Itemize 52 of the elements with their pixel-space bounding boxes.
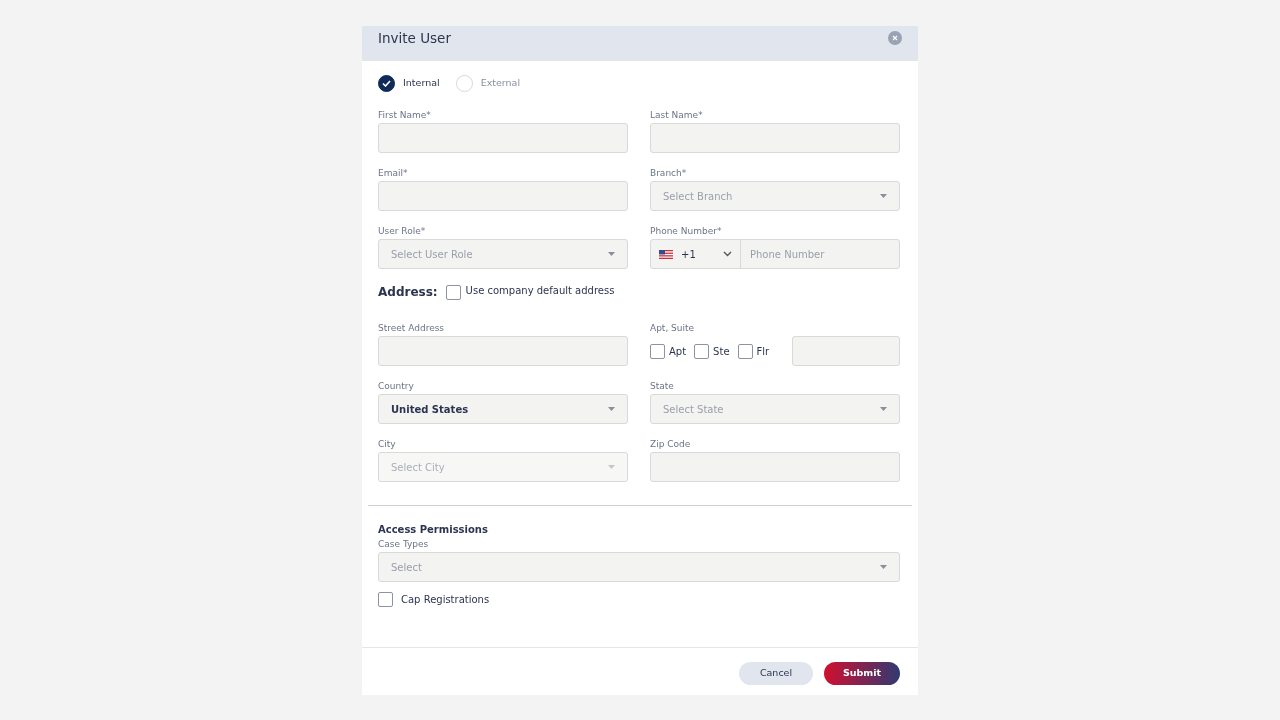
field-label: Country	[378, 380, 415, 393]
field-label: Branch*	[650, 167, 688, 180]
input-field[interactable]	[650, 123, 900, 153]
address-heading: Address:	[378, 284, 438, 301]
field-label: Zip Code	[650, 438, 692, 451]
field-label: Last Name*	[650, 109, 704, 122]
radio-label: External	[480, 76, 521, 91]
flag-icon	[659, 249, 673, 259]
chevron-icon	[723, 251, 732, 257]
field-label: Street Address	[378, 322, 446, 335]
close-button[interactable]	[888, 30, 902, 45]
caret-icon	[880, 565, 887, 569]
caret-icon	[608, 465, 615, 469]
caret-icon	[608, 252, 615, 256]
field-label: City	[378, 438, 397, 451]
field-label: Email*	[378, 167, 409, 180]
close-icon	[892, 34, 898, 41]
submit-button[interactable]: Submit	[824, 662, 900, 685]
field-label: Apt, Suite	[650, 322, 696, 335]
field-label: Case Types	[378, 538, 430, 551]
checkbox[interactable]	[378, 592, 393, 607]
dialog-title: Invite User	[378, 29, 451, 49]
field-label: First Name*	[378, 109, 432, 122]
checkbox[interactable]	[694, 343, 710, 359]
input-field[interactable]	[650, 452, 900, 482]
caret-icon	[880, 194, 887, 198]
field-label: State	[650, 380, 675, 393]
radio-label: Internal	[403, 76, 440, 91]
caret-icon	[608, 407, 615, 411]
checkbox[interactable]	[445, 284, 461, 300]
checkbox[interactable]	[737, 343, 753, 359]
select-field[interactable]: United States	[378, 394, 628, 424]
caret-icon	[880, 407, 887, 411]
checkbox[interactable]	[650, 343, 665, 359]
field-label: User Role*	[378, 225, 427, 238]
select-field: Select City	[378, 452, 628, 482]
radio-button[interactable]	[378, 75, 395, 92]
phone-number-field[interactable]: +1 Phone Number	[650, 239, 900, 269]
input-field[interactable]	[378, 123, 628, 153]
country-code-select[interactable]: +1	[651, 240, 741, 268]
section-heading: Access Permissions	[378, 523, 488, 537]
input-field[interactable]	[792, 336, 900, 366]
check-icon	[382, 80, 391, 87]
checkbox-label: Use company default address	[465, 283, 615, 298]
option-label: Flr	[756, 344, 770, 359]
input-field[interactable]	[378, 336, 628, 366]
checkbox-label: Cap Registrations	[401, 593, 490, 607]
cancel-button[interactable]: Cancel	[739, 662, 813, 685]
input-field[interactable]	[378, 181, 628, 211]
option-label: Apt	[669, 344, 687, 359]
field-label: Phone Number*	[650, 225, 723, 238]
option-label: Ste	[713, 344, 730, 359]
